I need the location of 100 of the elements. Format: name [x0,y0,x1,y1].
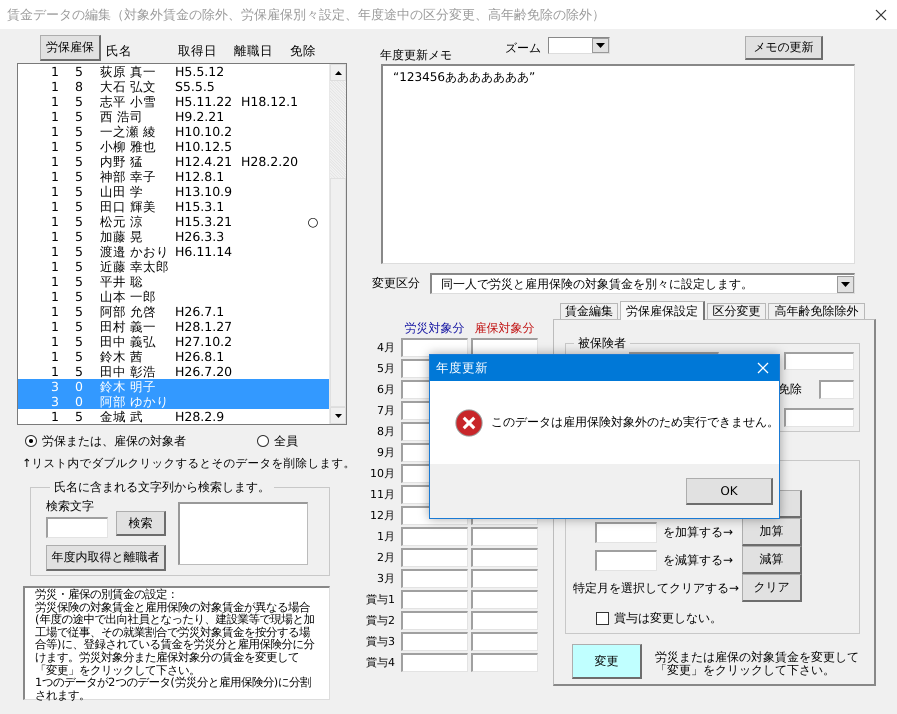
list-cell-text: 5 [74,319,84,334]
list-cell-text: 田中 彰浩 [99,364,157,379]
list-cell-text: 志平 小雪 [99,94,157,109]
list-cell-text: 1 [50,259,60,274]
list-cell-text: 5 [74,184,84,199]
list-cell-text: 金城 武 [99,409,144,424]
memo-text: “123456あああああああ” [393,70,536,84]
list-cell-text: H27.10.2 [175,334,234,349]
list-cell-text: 3 [50,379,60,394]
list-cell-text: 大石 弘文 [99,79,157,94]
list-cell-text: 5 [74,214,84,229]
list-cell-text: 5 [74,244,84,259]
list-cell-text: H28.1.27 [175,319,234,334]
dialog-message: このデータは雇用保険対象外のため実行できません。 [491,414,779,431]
list-cell-text: 1 [50,94,60,109]
list-cell-text: 5 [74,349,84,364]
row-label: 8月 [376,424,396,439]
list-cell-text: 0 [74,394,84,409]
field-label: ズーム [505,40,542,57]
list-cell-text: 平井 聡 [99,274,144,289]
list-cell-text: S5.5.5 [175,79,216,94]
list-cell-text: H9.2.21 [175,109,226,124]
list-cell-text: 1 [50,349,60,364]
info-text: 労災保険の対象賃金と雇用保険の対象賃金が異なる場合(年度の途中で出向社員となったり、建設業等で現場と加工場で従事、その就業割合で労災対象賃金を按分する場合等)に、登録されている賃金を労災分と雇用保険分に分けます。労災対象分また雇保対象分の賃金を変更して「変更」をクリックして下さい。 [35,602,316,677]
list-cell-text: 1 [50,169,60,184]
hint-text: ↑リスト内でダブルクリックするとそのデータを削除します。 [21,456,355,471]
list-cell-text: 田中 義弘 [99,334,157,349]
row-label: 5月 [376,361,396,376]
list-cell-text: 5 [74,109,84,124]
list-cell-text: 1 [50,274,60,289]
list-cell-text: H5.11.22 [175,94,234,109]
list-cell-text: 1 [50,409,60,424]
list-cell-text: 5 [74,334,84,349]
window-title: 賃金データの編集（対象外賃金の除外、労保雇保別々設定、年度途中の区分変更、高年齢免除の除外） [7,6,605,24]
list-cell-text: 松元 涼 [99,214,144,229]
list-cell-text: 1 [50,289,60,304]
list-cell-text: 阿部 允啓 [99,304,157,319]
list-cell-text: 5 [74,259,84,274]
list-cell-text: 5 [74,169,84,184]
list-cell-text: 5 [74,304,84,319]
field-label: 変更区分 [371,275,421,292]
list-cell-text: 1 [50,214,60,229]
list-cell-text: H18.12.1 [241,94,300,109]
info-text: 労災・雇保の別賃金の設定： [35,589,179,601]
list-cell-text: 1 [50,109,60,124]
list-cell-text: 1 [50,64,60,79]
list-cell-text: 鈴木 明子 [99,379,157,394]
row-label: 1月 [376,529,396,544]
list-cell-text: 1 [50,244,60,259]
list-cell-text: 8 [74,79,84,94]
list-cell-text: H26.7.1 [175,304,226,319]
list-cell-text: H6.11.14 [175,244,234,259]
list-cell-text: 1 [50,199,60,214]
list-cell-text: 1 [50,184,60,199]
list-cell-text: H10.10.2 [175,124,234,139]
column-header: 取得日 [178,43,217,58]
list-cell-text: H26.8.1 [175,349,226,364]
list-cell-text: H28.2.20 [241,154,300,169]
group-title: 被保険者 [577,335,627,352]
list-cell-text: H26.3.3 [175,229,226,244]
list-cell-text: 1 [50,139,60,154]
row-label: 賞与1 [365,592,396,607]
list-cell-text: H15.3.1 [175,199,226,214]
column-header: 免除 [290,43,316,58]
list-cell-text: 1 [50,364,60,379]
column-header: 氏名 [106,43,132,58]
list-cell-text: 神部 幸子 [99,169,157,184]
list-cell-text: 5 [74,364,84,379]
row-label: 4月 [376,340,396,355]
list-cell-text: 鈴木 茜 [99,349,144,364]
list-cell-text: 近藤 幸太郎 [99,259,170,274]
list-cell-text: 田村 義一 [99,319,157,334]
list-cell-text: ○ [306,214,320,229]
list-cell-text: 5 [74,199,84,214]
info-text: 1つのデータが2つのデータ(労災分と雇用保険分)に分割されます。 [35,677,312,702]
list-cell-text: 5 [74,139,84,154]
list-cell-text: 1 [50,229,60,244]
action-label: 特定月を選択してクリアする→ [572,580,740,596]
list-cell-text: H10.12.5 [175,139,234,154]
list-cell-text: 1 [50,334,60,349]
list-cell-text: 小柳 雅也 [99,139,157,154]
list-cell-text: 1 [50,154,60,169]
list-cell-text: H13.10.9 [175,184,234,199]
list-cell-text: 0 [74,379,84,394]
row-label: 2月 [376,550,396,565]
list-cell-text: 5 [74,124,84,139]
dialog-title: 年度更新 [436,360,488,376]
list-cell-text: 1 [50,319,60,334]
field-label: 年度更新メモ [380,47,453,64]
list-cell-text: H28.2.9 [175,409,226,424]
row-label: 7月 [376,403,396,418]
list-cell-text: 1 [50,304,60,319]
list-cell-text: 阿部 ゆかり [99,394,170,409]
list-cell-text: H5.5.12 [175,64,226,79]
list-cell-text: H26.7.20 [175,364,234,379]
list-cell-text: H12.4.21 [175,154,234,169]
list-cell-text: 5 [74,154,84,169]
apply-hint: 労災または雇保の対象賃金を変更して「変更」をクリックして下さい。 [655,651,860,677]
list-cell-text: 5 [74,274,84,289]
list-cell-text: 5 [74,94,84,109]
